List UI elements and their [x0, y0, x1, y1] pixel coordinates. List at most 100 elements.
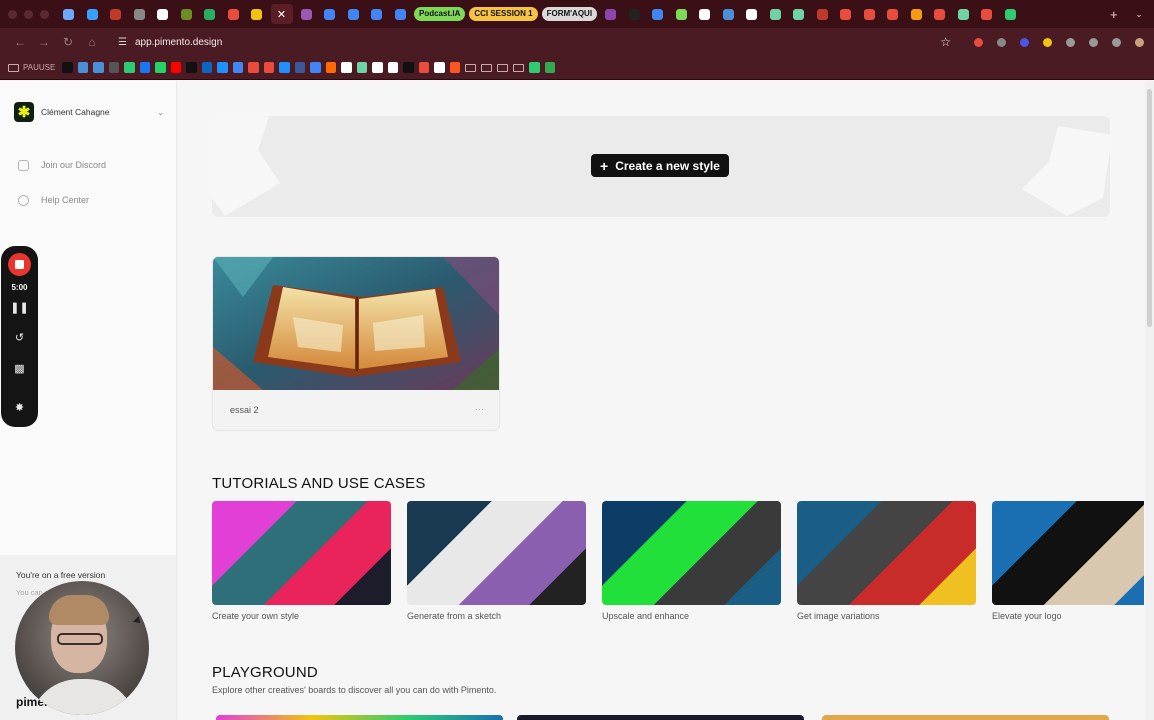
browser-tab[interactable] — [883, 4, 903, 24]
close-tab-icon[interactable]: ✕ — [277, 8, 286, 21]
bookmark-favicon-icon[interactable] — [155, 62, 166, 73]
bookmark-favicon-icon[interactable] — [341, 62, 352, 73]
browser-tab[interactable] — [106, 4, 126, 24]
extension-icon[interactable] — [1017, 35, 1031, 49]
more-options-icon[interactable]: ⋯ — [475, 404, 484, 415]
bookmark-folder-pause[interactable]: PAUUSE — [8, 63, 55, 72]
browser-tab[interactable] — [297, 4, 317, 24]
bookmark-favicon-icon[interactable] — [372, 62, 383, 73]
bookmark-favicon-icon[interactable] — [387, 62, 399, 73]
back-button[interactable]: ← — [8, 35, 32, 49]
bookmark-favicon-icon[interactable] — [232, 62, 244, 73]
sidebar-link-help-center[interactable]: Help Center — [18, 192, 89, 208]
create-new-style-button[interactable]: + Create a new style — [591, 154, 729, 177]
browser-tab[interactable] — [130, 4, 150, 24]
bookmark-favicon-icon[interactable] — [529, 62, 540, 73]
stop-recording-button[interactable] — [8, 253, 31, 276]
new-tab-button[interactable]: + — [1110, 7, 1124, 22]
browser-tab[interactable] — [836, 4, 856, 24]
browser-tab[interactable] — [601, 4, 621, 24]
tab-group-label[interactable]: CCI SESSION 1 — [469, 7, 538, 21]
tutorial-card[interactable]: Elevate your logo — [992, 501, 1144, 621]
browser-tab[interactable] — [153, 4, 173, 24]
browser-tab[interactable] — [766, 4, 786, 24]
browser-tab[interactable] — [695, 4, 715, 24]
browser-tab[interactable] — [789, 4, 809, 24]
browser-tab[interactable] — [672, 4, 692, 24]
browser-tab[interactable] — [930, 4, 950, 24]
browser-tab[interactable] — [860, 4, 880, 24]
maximize-window-button[interactable] — [40, 9, 49, 19]
bookmark-favicon-icon[interactable] — [93, 62, 104, 73]
browser-tab[interactable] — [177, 4, 197, 24]
extension-icon[interactable] — [1086, 35, 1100, 49]
create-style-banner[interactable]: + Create a new style — [212, 116, 1110, 217]
tutorial-card[interactable]: Create your own style — [212, 501, 391, 621]
trash-icon[interactable]: ▩ — [1, 362, 38, 375]
bookmark-favicon-icon[interactable] — [263, 62, 275, 73]
tutorial-card[interactable]: Generate from a sketch — [407, 501, 586, 621]
tutorial-card[interactable]: Get image variations — [797, 501, 976, 621]
workspace-switcher[interactable]: ✱ Clément Cahagne ⌄ — [14, 102, 164, 122]
minimize-window-button[interactable] — [24, 9, 33, 19]
browser-tab[interactable] — [247, 4, 267, 24]
bookmark-folder-icon[interactable] — [481, 63, 493, 72]
forward-button[interactable]: → — [32, 35, 56, 49]
bookmark-favicon-icon[interactable] — [248, 62, 259, 73]
bookmark-favicon-icon[interactable] — [170, 62, 182, 73]
browser-tab[interactable] — [320, 4, 340, 24]
style-card[interactable]: essai 2 ⋯ — [212, 256, 500, 431]
browser-tab[interactable] — [344, 4, 364, 24]
restart-icon[interactable]: ↺ — [1, 331, 38, 344]
browser-tab[interactable] — [367, 4, 387, 24]
bookmark-favicon-icon[interactable] — [294, 62, 306, 73]
bookmark-favicon-icon[interactable] — [217, 62, 228, 73]
tab-group-label[interactable]: FORM'AQUI — [541, 7, 598, 21]
bookmark-favicon-icon[interactable] — [124, 62, 135, 73]
home-button[interactable]: ⌂ — [80, 35, 104, 49]
bookmark-folder-icon[interactable] — [497, 63, 509, 72]
bookmark-favicon-icon[interactable] — [434, 62, 445, 73]
bookmark-favicon-icon[interactable] — [310, 62, 321, 73]
browser-tab[interactable] — [625, 4, 645, 24]
browser-tab[interactable] — [59, 4, 79, 24]
webcam-bubble[interactable] — [15, 581, 149, 715]
close-window-button[interactable] — [8, 9, 17, 19]
scrollbar-thumb[interactable] — [1147, 89, 1152, 327]
bookmark-favicon-icon[interactable] — [139, 62, 151, 73]
bookmark-favicon-icon[interactable] — [279, 62, 290, 73]
bookmark-favicon-icon[interactable] — [449, 62, 461, 73]
extension-icon[interactable] — [1040, 35, 1054, 49]
extension-icon[interactable] — [1132, 35, 1146, 49]
address-bar[interactable]: ☰ app.pimento.design ☆ — [110, 31, 965, 53]
browser-tab[interactable] — [813, 4, 833, 24]
page-scrollbar[interactable] — [1145, 81, 1154, 720]
bookmark-favicon-icon[interactable] — [201, 62, 213, 73]
browser-tab[interactable] — [224, 4, 244, 24]
extension-icon[interactable] — [1063, 35, 1077, 49]
extension-icon[interactable] — [994, 35, 1008, 49]
browser-tab[interactable] — [391, 4, 411, 24]
pause-button[interactable]: ❚❚ — [1, 301, 38, 314]
extension-icon[interactable] — [971, 35, 985, 49]
browser-tab[interactable] — [83, 4, 103, 24]
bookmark-favicon-icon[interactable] — [418, 62, 430, 73]
bookmark-folder-icon[interactable] — [465, 63, 477, 72]
browser-tab[interactable] — [200, 4, 220, 24]
browser-tab-active[interactable]: ✕ — [270, 4, 293, 24]
tab-search-chevron-icon[interactable]: ⌄ — [1124, 9, 1154, 20]
bookmark-favicon-icon[interactable] — [77, 62, 89, 73]
tab-group-label[interactable]: Podcast.IA — [414, 7, 466, 21]
bookmark-favicon-icon[interactable] — [544, 62, 556, 73]
bookmark-favicon-icon[interactable] — [186, 62, 197, 73]
playground-board-card[interactable] — [216, 715, 503, 720]
browser-tab[interactable] — [977, 4, 997, 24]
bookmark-favicon-icon[interactable] — [356, 62, 368, 73]
browser-tab[interactable] — [907, 4, 927, 24]
tutorial-card[interactable]: Upscale and enhance — [602, 501, 781, 621]
effects-icon[interactable]: ✸ — [1, 401, 38, 414]
extension-icon[interactable] — [1109, 35, 1123, 49]
browser-tab[interactable] — [719, 4, 739, 24]
bookmark-folder-icon[interactable] — [513, 63, 525, 72]
browser-tab[interactable] — [648, 4, 668, 24]
